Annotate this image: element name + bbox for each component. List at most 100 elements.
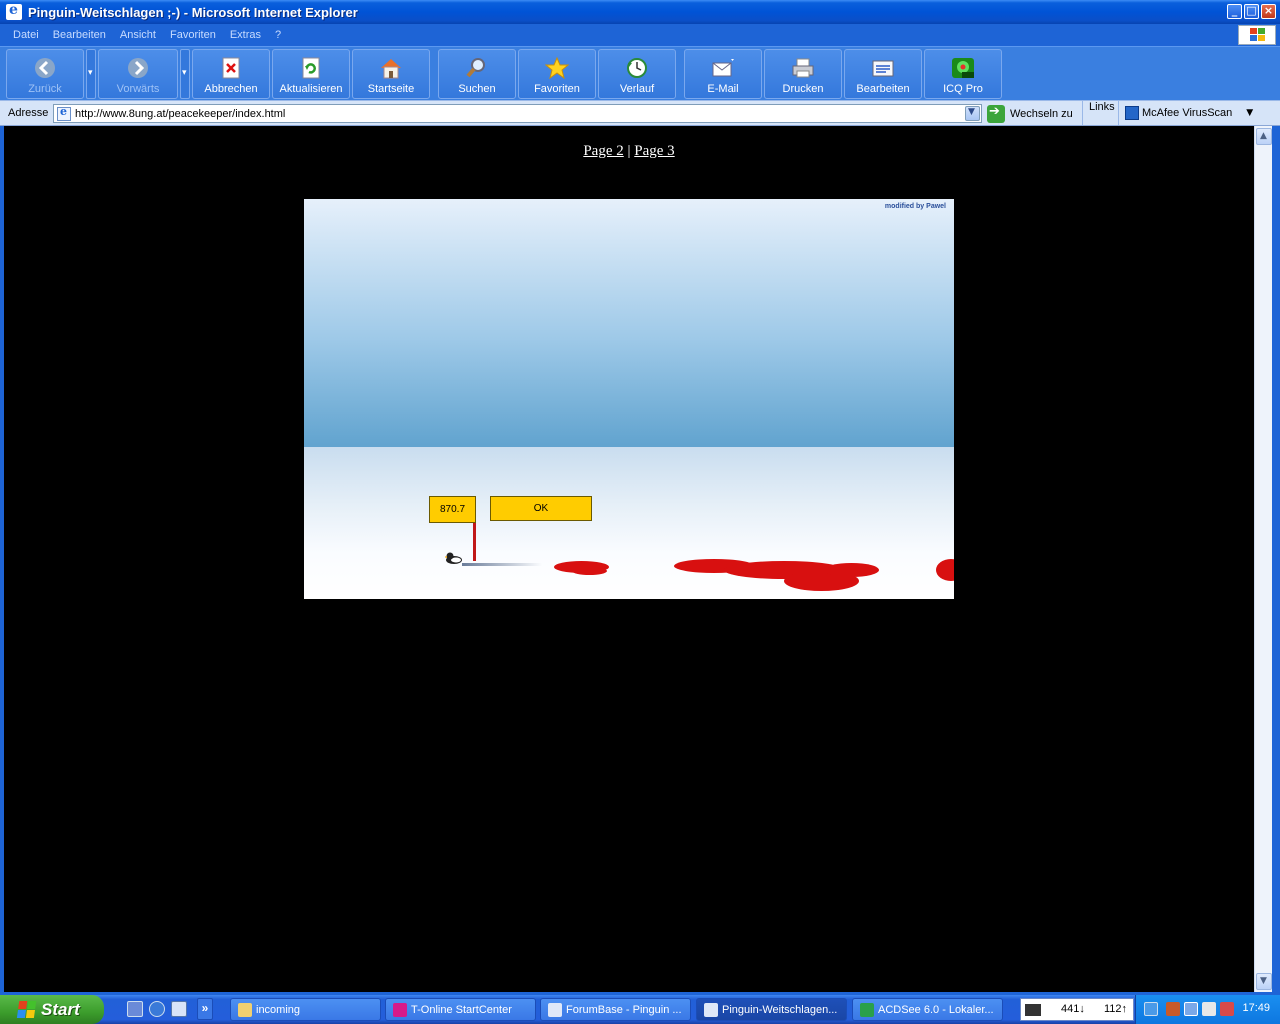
refresh-button[interactable]: Aktualisieren <box>272 49 350 99</box>
folder-icon <box>238 1002 252 1017</box>
task-pinguin[interactable]: Pinguin-Weitschlagen... <box>696 998 847 1021</box>
history-icon <box>625 56 649 80</box>
search-icon <box>465 56 489 80</box>
minimize-button[interactable]: _ <box>1227 4 1242 19</box>
print-button[interactable]: Drucken <box>764 49 842 99</box>
penguin-game[interactable]: modified by Pawel 870.7 OK <box>304 199 954 599</box>
menu-ansicht[interactable]: Ansicht <box>113 29 163 41</box>
menu-datei[interactable]: Datei <box>6 29 46 41</box>
network-meter: 441↓ 112↑ <box>1020 998 1134 1021</box>
favorites-button[interactable]: Favoriten <box>518 49 596 99</box>
back-dropdown[interactable] <box>86 49 96 99</box>
menu-bearbeiten[interactable]: Bearbeiten <box>46 29 113 41</box>
ok-button[interactable]: OK <box>490 496 592 521</box>
tonline-icon <box>393 1002 407 1017</box>
address-dropdown-icon[interactable] <box>965 106 980 121</box>
back-button[interactable]: Zurück <box>6 49 84 99</box>
links-button[interactable]: Links <box>1082 101 1115 125</box>
edit-button[interactable]: Bearbeiten <box>844 49 922 99</box>
slide-trail <box>462 563 542 566</box>
stop-label: Abbrechen <box>204 83 258 95</box>
home-button[interactable]: Startseite <box>352 49 430 99</box>
edit-label: Bearbeiten <box>856 83 910 95</box>
history-button[interactable]: Verlauf <box>598 49 676 99</box>
task-label: ACDSee 6.0 - Lokaler... <box>878 1003 994 1016</box>
quicklaunch-desktop-icon[interactable] <box>127 1001 143 1017</box>
mail-button[interactable]: E-Mail <box>684 49 762 99</box>
menu-favoriten[interactable]: Favoriten <box>163 29 223 41</box>
window-frame-right <box>1272 126 1280 992</box>
quicklaunch-more-button[interactable]: » <box>197 998 213 1020</box>
task-label: incoming <box>256 1003 301 1016</box>
quicklaunch-outlook-icon[interactable] <box>171 1001 187 1017</box>
quicklaunch-ie-icon[interactable] <box>149 1001 165 1017</box>
refresh-icon <box>299 56 323 80</box>
start-button[interactable]: Start <box>0 995 104 1024</box>
blood-splatter <box>824 563 879 577</box>
network-icon <box>1025 1004 1041 1016</box>
scroll-up-button[interactable] <box>1256 128 1272 145</box>
tray-mcafee-icon[interactable] <box>1202 1002 1216 1016</box>
edit-icon <box>871 56 895 80</box>
mail-label: E-Mail <box>707 83 739 95</box>
ie-icon <box>6 2 22 20</box>
icq-button[interactable]: ICQ Pro <box>924 49 1002 99</box>
back-label: Zurück <box>28 83 62 95</box>
title-bar: Pinguin-Weitschlagen ;-) - Microsoft Int… <box>0 0 1280 24</box>
print-label: Drucken <box>782 83 824 95</box>
stop-icon <box>219 56 243 80</box>
search-button[interactable]: Suchen <box>438 49 516 99</box>
page3-link[interactable]: Page 3 <box>634 143 674 159</box>
task-acdsee[interactable]: ACDSee 6.0 - Lokaler... <box>852 998 1003 1021</box>
forward-dropdown[interactable] <box>180 49 190 99</box>
page-content: Page 2 | Page 3 modified by Pawel 870.7 … <box>4 126 1254 992</box>
maximize-button[interactable]: □ <box>1244 4 1259 19</box>
vertical-scrollbar[interactable] <box>1254 126 1272 992</box>
windows-logo <box>1238 25 1276 45</box>
tray-speaker-icon[interactable] <box>1220 1002 1234 1016</box>
forward-button[interactable]: Vorwärts <box>98 49 178 99</box>
mcafee-label: McAfee VirusScan <box>1142 107 1233 119</box>
task-tonline[interactable]: T-Online StartCenter <box>385 998 536 1021</box>
forward-arrow-icon <box>126 56 150 80</box>
mail-icon <box>711 56 735 80</box>
home-icon <box>379 56 403 80</box>
task-forumbase[interactable]: ForumBase - Pinguin ... <box>540 998 691 1021</box>
system-tray: 17:49 <box>1135 995 1280 1024</box>
acdsee-icon <box>860 1002 874 1017</box>
page2-link[interactable]: Page 2 <box>583 143 623 159</box>
stop-button[interactable]: Abbrechen <box>192 49 270 99</box>
go-button[interactable]: Wechseln zu <box>987 104 1073 124</box>
taskbar: Start » incoming T-Online StartCenter Fo… <box>0 995 1280 1024</box>
menu-help[interactable]: ? <box>268 29 288 41</box>
mcafee-toolbar[interactable]: McAfee VirusScan ▼ <box>1118 101 1253 125</box>
menu-extras[interactable]: Extras <box>223 29 268 41</box>
back-arrow-icon <box>33 56 57 80</box>
address-url[interactable]: http://www.8ung.at/peacekeeper/index.htm… <box>75 108 285 120</box>
net-down-value: 441↓ <box>1061 1003 1085 1015</box>
mcafee-icon <box>1125 106 1139 120</box>
address-input[interactable]: http://www.8ung.at/peacekeeper/index.htm… <box>53 104 982 123</box>
tray-network-icon[interactable] <box>1144 1002 1158 1016</box>
task-label: Pinguin-Weitschlagen... <box>722 1003 838 1016</box>
close-button[interactable]: × <box>1261 4 1276 19</box>
page-link-separator: | <box>627 143 631 159</box>
task-incoming[interactable]: incoming <box>230 998 381 1021</box>
tray-app-icon[interactable] <box>1166 1002 1180 1016</box>
clock: 17:49 <box>1242 1002 1270 1014</box>
tray-connection-icon[interactable] <box>1184 1002 1198 1016</box>
search-label: Suchen <box>458 83 496 95</box>
scroll-down-button[interactable] <box>1256 973 1272 990</box>
window-title: Pinguin-Weitschlagen ;-) - Microsoft Int… <box>28 4 358 20</box>
star-icon <box>545 56 569 80</box>
address-bar: Adresse http://www.8ung.at/peacekeeper/i… <box>0 100 1280 126</box>
start-label: Start <box>41 999 80 1019</box>
ie-page-icon <box>548 1002 562 1017</box>
page-links: Page 2 | Page 3 <box>4 143 1254 160</box>
net-up-value: 112↑ <box>1104 1003 1128 1015</box>
mcafee-dropdown-icon[interactable]: ▼ <box>1246 108 1253 118</box>
ie-page-icon <box>704 1002 718 1017</box>
windows-logo-icon <box>16 1000 38 1019</box>
home-label: Startseite <box>367 83 415 95</box>
menu-bar: Datei Bearbeiten Ansicht Favoriten Extra… <box>0 24 1280 46</box>
